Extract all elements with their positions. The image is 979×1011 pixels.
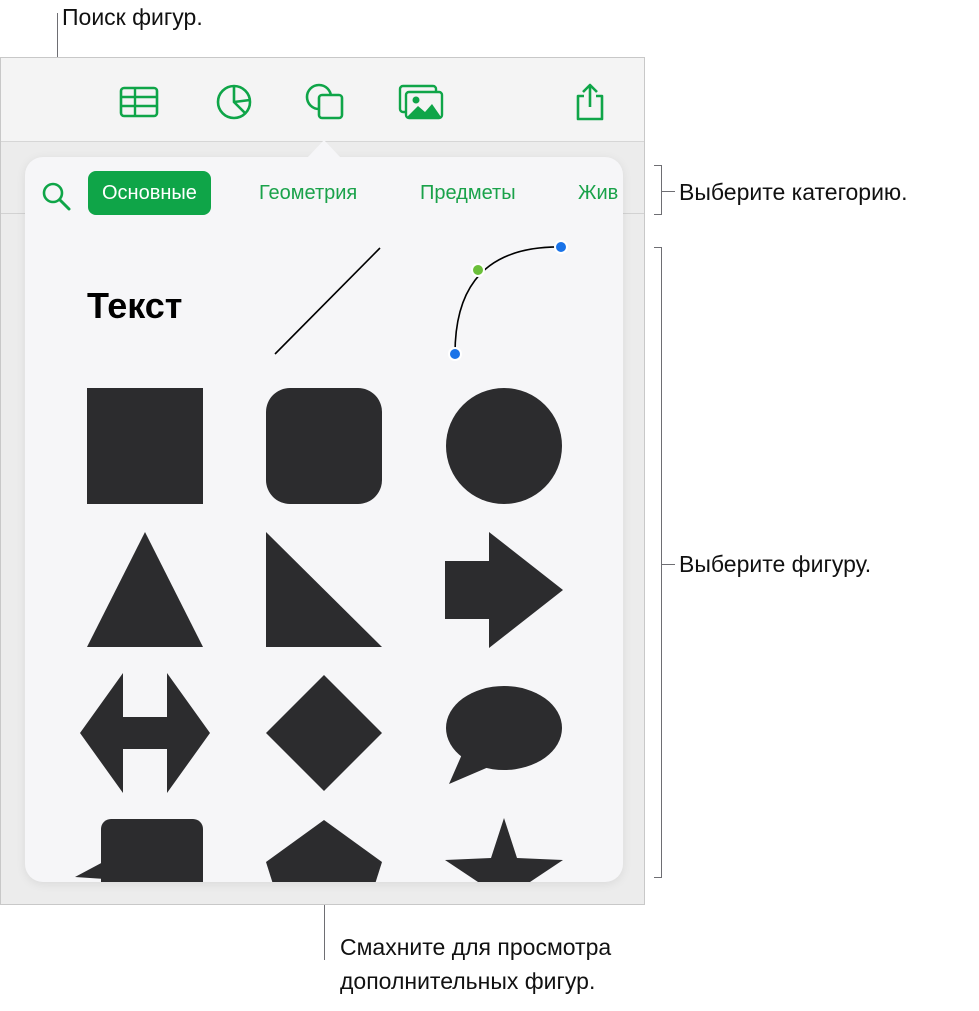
bracket-shape-top [654,247,662,248]
table-button[interactable] [115,80,163,124]
search-icon [42,182,71,211]
shape-line[interactable] [270,245,382,357]
bracket-shape-tick [661,564,675,565]
shape-diamond[interactable] [266,675,382,791]
shapes-icon [305,83,344,120]
shape-arrow[interactable] [445,532,563,648]
shape-right-triangle[interactable] [266,532,382,648]
chart-icon [216,84,252,120]
toolbar [1,58,644,142]
table-icon [119,86,159,118]
bracket-shape-v [661,247,662,878]
shape-star[interactable] [445,818,563,882]
search-button[interactable] [39,179,73,213]
tab-geometry[interactable]: Геометрия [259,171,357,215]
tab-animals[interactable]: Жив [578,171,618,215]
shapes-button[interactable] [301,80,349,124]
bracket-shape-bottom [654,877,662,878]
popover-arrow [307,140,341,158]
shape-triangle[interactable] [87,532,203,648]
shape-rounded-square[interactable] [266,388,382,504]
tab-objects[interactable]: Предметы [420,171,516,215]
category-tabs: Основные Геометрия Предметы Жив [25,171,623,215]
shape-circle[interactable] [445,387,563,505]
callout-swipe-line2: дополнительных фигур. [340,968,596,994]
shape-double-arrow[interactable] [80,673,210,793]
callout-category: Выберите категорию. [679,179,908,205]
bracket-category-bottom [654,214,662,215]
shape-speech-bubble[interactable] [445,686,563,786]
shape-pentagon[interactable] [266,820,382,882]
share-icon [576,83,604,121]
bracket-category-v [661,165,662,215]
tab-basic[interactable]: Основные [88,171,211,215]
callout-search: Поиск фигур. [62,4,203,30]
bracket-category-top [654,165,662,166]
shapes-popover: Основные Геометрия Предметы Жив Текст [25,157,623,882]
callout-swipe-line1: Смахните для просмотра [340,934,612,960]
shape-square[interactable] [87,388,203,504]
shape-text[interactable]: Текст [87,285,182,327]
media-button[interactable] [397,80,445,124]
bracket-category-tick [661,191,675,192]
chart-button[interactable] [210,80,258,124]
shape-callout-box[interactable] [75,819,203,882]
callout-shape: Выберите фигуру. [679,551,872,577]
shape-curve[interactable] [443,240,573,361]
media-icon [398,84,444,120]
share-button[interactable] [566,80,614,124]
